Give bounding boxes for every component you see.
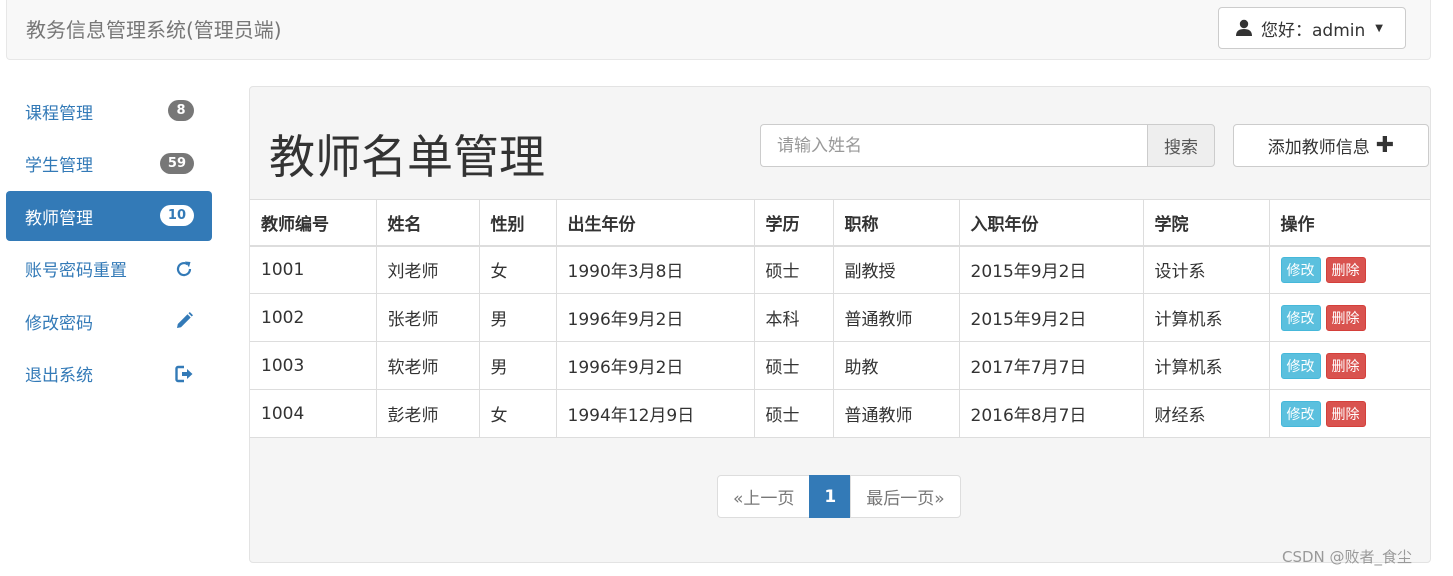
column-header: 学院	[1142, 199, 1270, 247]
actions-cell: 修改 删除	[1268, 245, 1430, 294]
table-cell: 张老师	[375, 293, 480, 342]
column-header: 教师编号	[250, 199, 377, 247]
table-header-row: 教师编号 姓名 性别 出生年份 学历 职称 入职年份 学院 操作	[250, 199, 1430, 247]
delete-button[interactable]: 删除	[1325, 256, 1366, 283]
sidebar-item-courses[interactable]: 课程管理 8	[6, 86, 212, 136]
table-cell: 女	[478, 245, 557, 294]
table-cell: 设计系	[1142, 245, 1270, 294]
table-row: 1002 张老师 男 1996年9月2日 本科 普通教师 2015年9月2日 计…	[250, 293, 1430, 342]
table-cell: 硕士	[753, 245, 834, 294]
table-cell: 1001	[250, 245, 377, 294]
table-cell: 普通教师	[832, 293, 960, 342]
edit-button[interactable]: 修改	[1280, 304, 1321, 331]
plus-icon: ✚	[1375, 132, 1395, 158]
sidebar-item-teachers[interactable]: 教师管理 10	[6, 191, 212, 241]
table-cell: 2016年8月7日	[958, 389, 1144, 438]
delete-button[interactable]: 删除	[1325, 304, 1366, 331]
table-cell: 男	[478, 341, 557, 390]
column-header: 姓名	[375, 199, 480, 247]
add-teacher-button[interactable]: 添加教师信息 ✚	[1233, 124, 1429, 167]
table-cell: 计算机系	[1142, 341, 1270, 390]
sidebar-item-label: 账号密码重置	[25, 261, 127, 281]
last-page-link[interactable]: 最后一页»	[850, 475, 961, 518]
table-cell: 副教授	[832, 245, 960, 294]
table-cell: 2015年9月2日	[958, 293, 1144, 342]
table-cell: 1996年9月2日	[555, 341, 755, 390]
page-link-current[interactable]: 1	[809, 475, 852, 518]
table-cell: 男	[478, 293, 557, 342]
sidebar-item-reset-password[interactable]: 账号密码重置	[6, 244, 212, 294]
delete-button[interactable]: 删除	[1325, 352, 1366, 379]
refresh-icon	[176, 261, 192, 276]
actions-cell: 修改 删除	[1268, 341, 1430, 390]
user-icon	[1236, 19, 1252, 36]
table-cell: 彭老师	[375, 389, 480, 438]
sidebar-item-label: 学生管理	[25, 156, 93, 176]
count-badge: 59	[159, 152, 194, 174]
pagination: «上一页 1 最后一页»	[717, 475, 961, 518]
top-navbar: 教务信息管理系统(管理员端) 您好：admin ▼	[6, 0, 1431, 60]
edit-button[interactable]: 修改	[1280, 400, 1321, 427]
table-cell: 普通教师	[832, 389, 960, 438]
column-header: 操作	[1268, 199, 1430, 247]
sidebar-item-students[interactable]: 学生管理 59	[6, 139, 212, 189]
actions-cell: 修改 删除	[1268, 389, 1430, 438]
main-panel: 教师名单管理 搜索 添加教师信息 ✚ 教师编号 姓名 性别 出生年份 学历 职称…	[249, 86, 1431, 563]
table-cell: 本科	[753, 293, 834, 342]
count-badge: 10	[159, 205, 194, 226]
table-cell: 硕士	[753, 389, 834, 438]
user-greeting: 您好：admin	[1261, 20, 1366, 41]
table-row: 1001 刘老师 女 1990年3月8日 硕士 副教授 2015年9月2日 设计…	[250, 245, 1430, 294]
sidebar-item-label: 修改密码	[25, 313, 93, 334]
table-row: 1003 软老师 男 1996年9月2日 硕士 助教 2017年7月7日 计算机…	[250, 341, 1430, 390]
app-brand[interactable]: 教务信息管理系统(管理员端)	[26, 14, 282, 43]
table-cell: 1002	[250, 293, 377, 342]
watermark: CSDN @败者_食尘	[1282, 548, 1413, 566]
user-menu-button[interactable]: 您好：admin ▼	[1218, 7, 1406, 49]
column-header: 学历	[753, 199, 834, 247]
table-cell: 计算机系	[1142, 293, 1270, 342]
logout-icon	[175, 365, 193, 382]
page-title: 教师名单管理	[269, 130, 545, 184]
table-cell: 1994年12月9日	[555, 389, 755, 438]
table-cell: 财经系	[1142, 389, 1270, 438]
column-header: 性别	[478, 199, 557, 247]
pencil-icon	[177, 312, 193, 328]
edit-button[interactable]: 修改	[1280, 352, 1321, 379]
add-teacher-label: 添加教师信息	[1267, 138, 1370, 158]
column-header: 出生年份	[555, 199, 755, 247]
teacher-table: 教师编号 姓名 性别 出生年份 学历 职称 入职年份 学院 操作 1001 刘老…	[250, 199, 1430, 438]
sidebar-item-label: 退出系统	[25, 366, 93, 386]
actions-cell: 修改 删除	[1268, 293, 1430, 342]
table-cell: 女	[478, 389, 557, 438]
table-cell: 1996年9月2日	[555, 293, 755, 342]
delete-button[interactable]: 删除	[1325, 400, 1366, 427]
count-badge: 8	[168, 100, 194, 121]
edit-button[interactable]: 修改	[1280, 256, 1321, 283]
prev-page-link[interactable]: «上一页	[717, 475, 811, 518]
table-row: 1004 彭老师 女 1994年12月9日 硕士 普通教师 2016年8月7日 …	[250, 389, 1430, 438]
table-cell: 1003	[250, 341, 377, 390]
table-cell: 刘老师	[375, 245, 480, 294]
sidebar-item-change-password[interactable]: 修改密码	[6, 296, 212, 346]
column-header: 职称	[832, 199, 960, 247]
column-header: 入职年份	[958, 199, 1144, 247]
sidebar-item-logout[interactable]: 退出系统	[6, 349, 212, 399]
table-cell: 硕士	[753, 341, 834, 390]
sidebar-item-label: 课程管理	[25, 103, 93, 124]
search-button[interactable]: 搜索	[1147, 124, 1215, 167]
sidebar-item-label: 教师管理	[25, 208, 93, 229]
search-input[interactable]	[760, 124, 1148, 167]
caret-down-icon: ▼	[1375, 22, 1383, 34]
sidebar: 课程管理 8 学生管理 59 教师管理 10 账号密码重置 修改密码 退出系统	[6, 86, 212, 401]
table-cell: 软老师	[375, 341, 480, 390]
table-cell: 1990年3月8日	[555, 245, 755, 294]
table-cell: 2017年7月7日	[958, 341, 1144, 390]
table-cell: 2015年9月2日	[958, 245, 1144, 294]
table-cell: 1004	[250, 389, 377, 438]
table-cell: 助教	[832, 341, 960, 390]
